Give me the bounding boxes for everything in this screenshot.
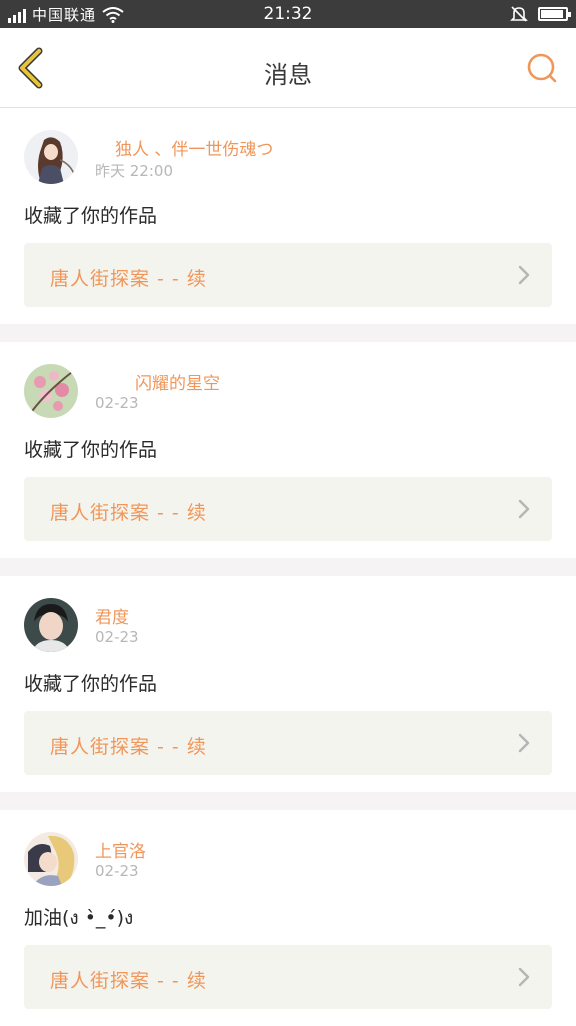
avatar[interactable] [24,598,78,652]
avatar[interactable] [24,832,78,886]
work-link[interactable]: 唐人街探案 - - 续 [24,243,552,307]
chevron-right-icon [518,499,530,519]
back-button[interactable] [10,47,50,89]
work-link[interactable]: 唐人街探案 - - 续 [24,477,552,541]
message-text: 收藏了你的作品 [24,439,158,461]
message-time: 昨天 22:00 [95,162,173,180]
message-text: 收藏了你的作品 [24,673,158,695]
work-link[interactable]: 唐人街探案 - - 续 [24,945,552,1009]
chevron-right-icon [518,733,530,753]
chevron-left-icon [18,47,43,89]
work-link[interactable]: 唐人街探案 - - 续 [24,711,552,775]
username[interactable]: 君度 [95,603,129,628]
work-title: 唐人街探案 - - 续 [50,970,207,992]
message-time: 02-23 [95,628,139,646]
status-bar: 中国联通 21:32 [0,0,576,28]
status-time: 21:32 [263,4,313,24]
chevron-right-icon [518,265,530,285]
message-time: 02-23 [95,862,139,880]
username[interactable]: 闪耀的星空 [135,369,220,394]
battery-icon [538,7,571,21]
message-text: 收藏了你的作品 [24,205,158,227]
mute-icon [510,6,528,22]
work-title: 唐人街探案 - - 续 [50,268,207,290]
username[interactable]: 上官洛 [95,837,146,862]
username[interactable]: 独人 、伴一世伤魂つ [115,135,273,160]
work-title: 唐人街探案 - - 续 [50,736,207,758]
message-card: 闪耀的星空 02-23 收藏了你的作品 唐人街探案 - - 续 [0,342,576,558]
message-card: 君度 02-23 收藏了你的作品 唐人街探案 - - 续 [0,576,576,792]
chevron-right-icon [518,967,530,987]
message-text: 加油(ง •̀_•́)ง [24,907,134,929]
avatar[interactable] [24,130,78,184]
app-header: 消息 [0,28,576,108]
card-separator [0,558,576,576]
work-title: 唐人街探案 - - 续 [50,502,207,524]
message-card: 上官洛 02-23 加油(ง •̀_•́)ง 唐人街探案 - - 续 [0,810,576,1026]
search-button[interactable] [524,50,560,86]
avatar[interactable] [24,364,78,418]
page-title: 消息 [264,61,312,89]
card-separator [0,792,576,810]
status-right [510,5,571,23]
search-icon [527,53,557,83]
message-time: 02-23 [95,394,139,412]
message-card: 独人 、伴一世伤魂つ 昨天 22:00 收藏了你的作品 唐人街探案 - - 续 [0,108,576,324]
card-separator [0,324,576,342]
